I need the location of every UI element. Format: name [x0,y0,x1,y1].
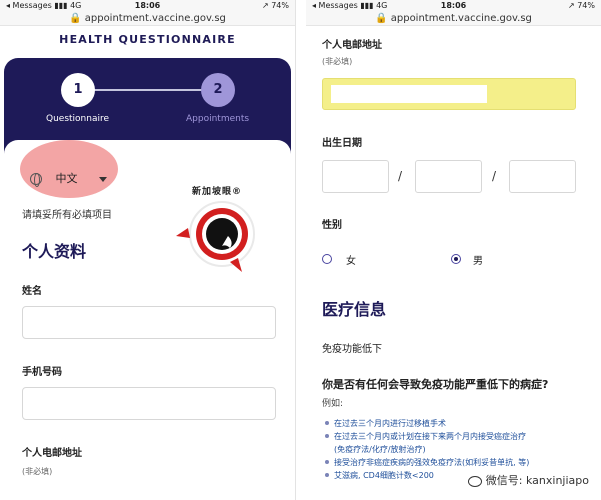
required-fields-note: 请填妥所有必填项目 [22,210,112,221]
dob-day-field[interactable] [322,160,389,193]
dob-separator: / [492,169,497,183]
stepper-connector [78,89,218,91]
email-optional-note: (非必填) [322,57,353,66]
dob-separator: / [398,169,403,183]
dob-month-field[interactable] [415,160,482,193]
gender-label: 性别 [322,220,342,231]
step-1-label: Questionnaire [46,114,110,124]
left-phone-screen: ◂ Messages ▮▮▮ 4G 18:06 ↗ 74% 🔒 appointm… [0,0,296,500]
gender-male-label: 男 [473,256,483,267]
logo-eye-icon [176,201,255,272]
wechat-watermark: 微信号: kanxinjiapo [463,470,593,490]
email-field[interactable] [322,78,576,110]
email-optional-note: (非必填) [22,467,53,476]
list-item: 在过去三个月内或计划在接下来两个月内接受癌症治疗 [324,430,529,443]
phone-label: 手机号码 [22,367,62,378]
caret-down-icon [99,176,107,182]
url-bar[interactable]: 🔒 appointment.vaccine.gov.sg [0,12,295,26]
gender-male-radio[interactable] [451,254,461,264]
language-value: 中文 [55,172,78,185]
status-time: 18:06 [440,1,467,10]
name-label: 姓名 [22,286,42,297]
battery-indicator: ↗ 74% [567,1,595,10]
section-title-medical-info: 医疗信息 [322,300,387,319]
annotation-highlight [20,140,118,198]
list-item: (免疫疗法/化疗/放射治疗) [334,445,426,454]
right-phone-screen: ◂ Messages ▮▮▮ 4G 18:06 ↗ 74% 🔒 appointm… [306,0,601,500]
examples-label: 例如: [322,399,344,409]
status-bar: ◂ Messages ▮▮▮ 4G 18:06 ↗ 74% [306,0,601,12]
immunocompromised-question: 你是否有任何会导致免疫功能严重低下的病症? [322,378,549,391]
status-time: 18:06 [134,1,161,10]
globe-icon [30,173,42,187]
language-selector[interactable]: 中文 [30,170,107,187]
list-item: 在过去三个月内进行过移植手术 [324,417,529,430]
step-2-circle[interactable]: 2 [201,73,235,107]
immunocompromised-label: 免疫功能低下 [322,344,382,355]
dob-year-field[interactable] [509,160,576,193]
step-1-circle[interactable]: 1 [61,73,95,107]
screen-divider [296,0,306,500]
dob-label: 出生日期 [322,138,362,149]
page-title: HEALTH QUESTIONNAIRE [59,33,236,46]
list-item: 接受治疗非癌症疾病的强效免疫疗法(如利妥昔单抗, 等) [324,456,529,469]
name-field[interactable] [22,306,276,339]
phone-field[interactable] [22,387,276,420]
wechat-icon [467,475,482,487]
carrier-indicator: ◂ Messages ▮▮▮ 4G [6,1,82,10]
section-title-personal-info: 个人资料 [22,242,87,261]
gender-female-radio[interactable] [322,254,332,264]
email-label: 个人电邮地址 [22,448,82,459]
carrier-indicator: ◂ Messages ▮▮▮ 4G [312,1,388,10]
status-bar: ◂ Messages ▮▮▮ 4G 18:06 ↗ 74% [0,0,295,12]
email-label: 个人电邮地址 [322,40,382,51]
url-bar[interactable]: 🔒 appointment.vaccine.gov.sg [306,12,601,26]
gender-female-label: 女 [346,256,356,267]
email-redaction [331,85,487,103]
step-2-label: Appointments [186,114,250,124]
battery-indicator: ↗ 74% [261,1,289,10]
